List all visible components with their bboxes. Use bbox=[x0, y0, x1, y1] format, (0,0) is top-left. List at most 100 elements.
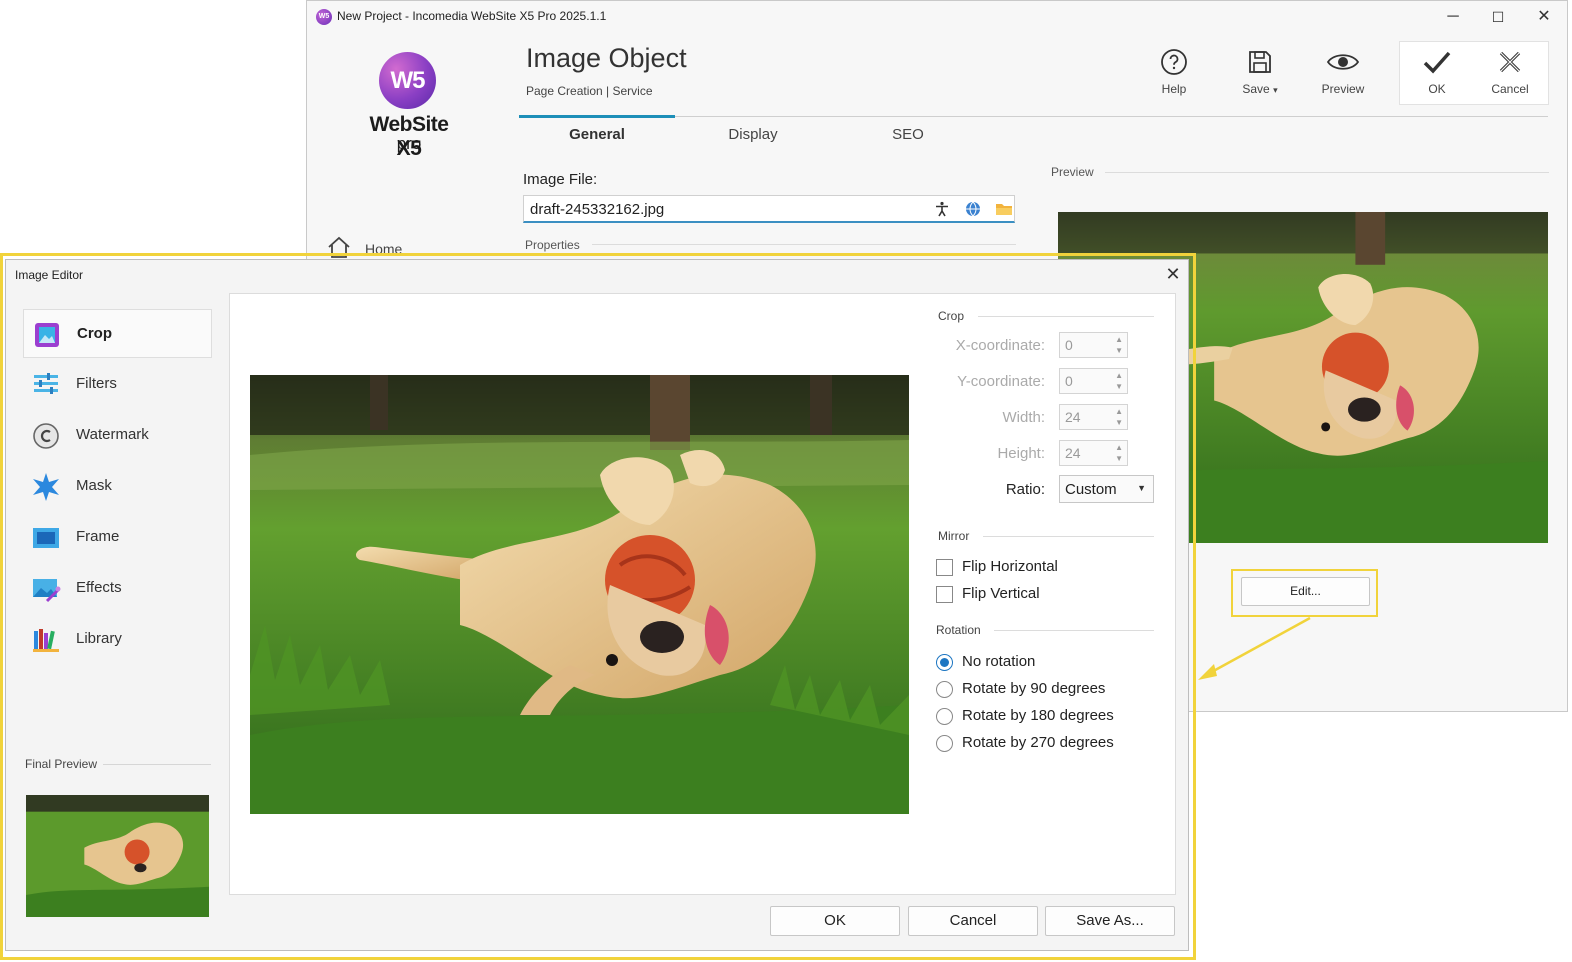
image-file-label: Image File: bbox=[523, 171, 598, 188]
crop-group-label: Crop bbox=[938, 309, 965, 323]
save-label: Save ▾ bbox=[1242, 82, 1278, 96]
flip-horizontal-checkbox[interactable] bbox=[936, 559, 953, 576]
y-coordinate-value: 0 bbox=[1065, 373, 1073, 389]
preview-button[interactable]: Preview bbox=[1310, 45, 1376, 101]
title-bar: W5 New Project - Incomedia WebSite X5 Pr… bbox=[307, 1, 1567, 33]
height-field[interactable]: 24 ▲ ▼ bbox=[1059, 440, 1128, 466]
rotation-radio-none[interactable] bbox=[936, 654, 953, 671]
mirror-group-label: Mirror bbox=[938, 529, 970, 543]
rotation-radio-90[interactable] bbox=[936, 681, 953, 698]
ok-label: OK bbox=[1428, 82, 1446, 96]
sidebar-label-effects: Effects bbox=[76, 579, 122, 596]
sidebar-item-watermark[interactable]: Watermark bbox=[23, 411, 212, 460]
editor-close-button[interactable]: ✕ bbox=[1162, 263, 1184, 285]
chevron-down-icon: ▾ bbox=[1273, 85, 1278, 95]
editor-image[interactable] bbox=[250, 375, 909, 814]
editor-ok-button[interactable]: OK bbox=[770, 906, 900, 936]
sidebar-item-filters[interactable]: Filters bbox=[23, 360, 212, 409]
page-title: Image Object bbox=[526, 43, 687, 73]
editor-cancel-button[interactable]: Cancel bbox=[908, 906, 1038, 936]
image-file-value: draft-245332162.jpg bbox=[530, 201, 665, 218]
final-preview-divider bbox=[103, 764, 211, 765]
ratio-value: Custom bbox=[1065, 481, 1117, 498]
tab-general[interactable]: General bbox=[519, 126, 675, 143]
rotation-radio-180[interactable] bbox=[936, 708, 953, 725]
cancel-label: Cancel bbox=[1491, 82, 1529, 96]
sidebar-item-effects[interactable]: Effects bbox=[23, 564, 212, 613]
rotation-label-270: Rotate by 270 degrees bbox=[962, 734, 1114, 751]
close-button[interactable]: ✕ bbox=[1524, 5, 1564, 29]
maximize-button[interactable]: ☐ bbox=[1478, 5, 1518, 29]
width-label: Width: bbox=[1002, 409, 1045, 426]
minimize-button[interactable]: ─ bbox=[1433, 5, 1473, 29]
tab-display[interactable]: Display bbox=[675, 126, 831, 143]
rotation-label-180: Rotate by 180 degrees bbox=[962, 707, 1114, 724]
checkmark-icon bbox=[1423, 51, 1451, 74]
width-value: 24 bbox=[1065, 409, 1081, 425]
sidebar-item-library[interactable]: Library bbox=[23, 615, 212, 664]
save-icon bbox=[1249, 51, 1271, 73]
cancel-button[interactable]: Cancel bbox=[1477, 45, 1543, 101]
spinner-arrows-icon[interactable]: ▲ ▼ bbox=[1115, 370, 1123, 392]
final-preview-image bbox=[26, 795, 209, 917]
ratio-select[interactable]: Custom ▼ bbox=[1059, 475, 1154, 503]
callout-arrow bbox=[1198, 616, 1311, 680]
logo-edition: pro bbox=[396, 134, 422, 153]
app-icon: W5 bbox=[316, 9, 332, 25]
sidebar-label-library: Library bbox=[76, 630, 122, 647]
y-coordinate-field[interactable]: 0 ▲ ▼ bbox=[1059, 368, 1128, 394]
accessibility-icon[interactable] bbox=[933, 201, 951, 219]
library-icon bbox=[33, 629, 59, 652]
active-tab-indicator bbox=[519, 115, 675, 118]
sidebar-label-frame: Frame bbox=[76, 528, 120, 545]
globe-icon[interactable] bbox=[964, 201, 982, 219]
flip-horizontal-label: Flip Horizontal bbox=[962, 558, 1058, 575]
x-coordinate-field[interactable]: 0 ▲ ▼ bbox=[1059, 332, 1128, 358]
ratio-label: Ratio: bbox=[1005, 481, 1045, 498]
spinner-arrows-icon[interactable]: ▲ ▼ bbox=[1115, 406, 1123, 428]
preview-label: Preview bbox=[1051, 165, 1094, 179]
image-editor-dialog: Image Editor ✕ Crop Filters Watermark Ma… bbox=[5, 259, 1189, 951]
breadcrumb: Page Creation | Service bbox=[526, 84, 653, 98]
x-coordinate-label: X-coordinate: bbox=[955, 337, 1045, 354]
rotation-group-divider bbox=[994, 630, 1154, 631]
width-field[interactable]: 24 ▲ ▼ bbox=[1059, 404, 1128, 430]
rotation-radio-270[interactable] bbox=[936, 735, 953, 752]
height-value: 24 bbox=[1065, 445, 1081, 461]
spinner-arrows-icon[interactable]: ▲ ▼ bbox=[1115, 442, 1123, 464]
folder-icon[interactable] bbox=[995, 201, 1013, 219]
crop-icon bbox=[35, 323, 59, 347]
image-editor-title: Image Editor bbox=[15, 268, 84, 282]
ok-button[interactable]: OK bbox=[1404, 45, 1470, 101]
help-button[interactable]: Help bbox=[1141, 45, 1207, 101]
sidebar-label-filters: Filters bbox=[76, 375, 117, 392]
filters-icon bbox=[34, 373, 58, 394]
height-label: Height: bbox=[997, 445, 1045, 462]
mirror-group-divider bbox=[983, 536, 1154, 537]
window-title: New Project - Incomedia WebSite X5 Pro 2… bbox=[337, 9, 607, 23]
sidebar-label-mask: Mask bbox=[76, 477, 112, 494]
properties-divider bbox=[592, 244, 1016, 245]
crop-group-divider bbox=[978, 316, 1154, 317]
save-button[interactable]: Save ▾ bbox=[1227, 45, 1293, 101]
sidebar-label-crop: Crop bbox=[77, 325, 112, 342]
watermark-icon bbox=[33, 423, 59, 449]
effects-icon bbox=[33, 579, 61, 603]
mask-icon bbox=[33, 473, 59, 501]
cancel-x-icon bbox=[1499, 51, 1521, 73]
sidebar-label-watermark: Watermark bbox=[76, 426, 149, 443]
edit-button[interactable]: Edit... bbox=[1241, 577, 1370, 606]
preview-label: Preview bbox=[1321, 82, 1365, 96]
flip-vertical-label: Flip Vertical bbox=[962, 585, 1040, 602]
sidebar-item-mask[interactable]: Mask bbox=[23, 462, 212, 511]
sidebar-item-crop[interactable]: Crop bbox=[23, 309, 212, 358]
spinner-arrows-icon[interactable]: ▲ ▼ bbox=[1115, 334, 1123, 356]
frame-icon bbox=[33, 528, 59, 548]
image-file-field[interactable]: draft-245332162.jpg bbox=[523, 195, 1015, 223]
editor-save-as-button[interactable]: Save As... bbox=[1045, 906, 1175, 936]
tab-seo[interactable]: SEO bbox=[830, 126, 986, 143]
sidebar-item-frame[interactable]: Frame bbox=[23, 513, 212, 562]
flip-vertical-checkbox[interactable] bbox=[936, 586, 953, 603]
preview-divider bbox=[1105, 172, 1549, 173]
y-coordinate-label: Y-coordinate: bbox=[957, 373, 1045, 390]
